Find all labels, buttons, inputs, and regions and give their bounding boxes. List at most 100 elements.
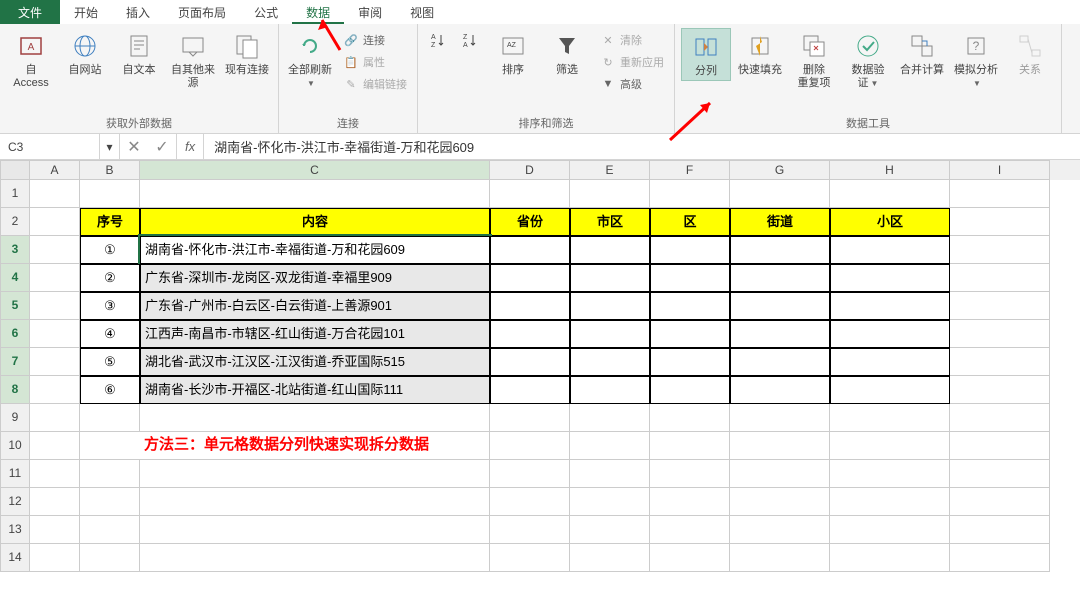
cell[interactable] — [490, 320, 570, 348]
cell[interactable] — [950, 180, 1050, 208]
cell[interactable] — [730, 292, 830, 320]
cell[interactable] — [490, 432, 570, 460]
cell[interactable] — [730, 404, 830, 432]
cell[interactable] — [570, 292, 650, 320]
cell[interactable] — [730, 236, 830, 264]
fx-button[interactable]: fx — [177, 134, 204, 159]
cell[interactable] — [830, 348, 950, 376]
cell[interactable] — [30, 376, 80, 404]
cell[interactable] — [140, 544, 490, 572]
cell[interactable] — [830, 516, 950, 544]
sort-asc-button[interactable]: AZ — [424, 28, 452, 52]
cell[interactable] — [80, 432, 140, 460]
sort-button[interactable]: AZ 排序 — [488, 28, 538, 79]
name-box[interactable]: C3 — [0, 134, 100, 159]
cell[interactable]: ③ — [80, 292, 140, 320]
accept-formula-button[interactable]: ✓ — [148, 134, 176, 159]
cell[interactable]: 广东省-广州市-白云区-白云街道-上善源901 — [140, 292, 490, 320]
cell[interactable] — [490, 180, 570, 208]
cell[interactable]: 小区 — [830, 208, 950, 236]
cell[interactable] — [730, 516, 830, 544]
row-header[interactable]: 7 — [0, 348, 30, 376]
cell[interactable] — [140, 180, 490, 208]
cell[interactable] — [950, 236, 1050, 264]
cell[interactable] — [730, 264, 830, 292]
cell[interactable] — [30, 432, 80, 460]
tab-formula[interactable]: 公式 — [240, 0, 292, 24]
cell[interactable] — [730, 348, 830, 376]
cell[interactable] — [570, 460, 650, 488]
row-header[interactable]: 3 — [0, 236, 30, 264]
row-header[interactable]: 8 — [0, 376, 30, 404]
select-all-corner[interactable] — [0, 160, 30, 180]
col-header-B[interactable]: B — [80, 160, 140, 180]
cell[interactable] — [650, 292, 730, 320]
row-header[interactable]: 14 — [0, 544, 30, 572]
cell[interactable] — [830, 180, 950, 208]
cell[interactable] — [30, 264, 80, 292]
connections-button[interactable]: 🔗连接 — [339, 30, 411, 50]
cell[interactable] — [30, 460, 80, 488]
cell[interactable] — [650, 488, 730, 516]
clear-filter-button[interactable]: ✕清除 — [596, 30, 668, 50]
from-text-button[interactable]: 自文本 — [114, 28, 164, 79]
from-other-button[interactable]: 自其他来源 — [168, 28, 218, 92]
properties-button[interactable]: 📋属性 — [339, 52, 411, 72]
cell[interactable] — [490, 376, 570, 404]
cell[interactable] — [650, 180, 730, 208]
cell[interactable] — [950, 488, 1050, 516]
cell[interactable]: 内容 — [140, 208, 490, 236]
advanced-filter-button[interactable]: ▼高级 — [596, 74, 668, 94]
cell[interactable]: ⑥ — [80, 376, 140, 404]
cell[interactable] — [650, 348, 730, 376]
cell[interactable]: 省份 — [490, 208, 570, 236]
cancel-formula-button[interactable]: ✕ — [120, 134, 148, 159]
cell[interactable] — [140, 404, 490, 432]
cell[interactable] — [950, 404, 1050, 432]
cell[interactable] — [830, 488, 950, 516]
cell[interactable] — [650, 544, 730, 572]
cell[interactable]: ⑤ — [80, 348, 140, 376]
cell[interactable] — [650, 264, 730, 292]
cell[interactable]: 街道 — [730, 208, 830, 236]
col-header-D[interactable]: D — [490, 160, 570, 180]
cell[interactable] — [570, 236, 650, 264]
cell[interactable] — [830, 320, 950, 348]
cell[interactable] — [950, 376, 1050, 404]
cell[interactable] — [30, 292, 80, 320]
col-header-F[interactable]: F — [650, 160, 730, 180]
cell[interactable] — [730, 488, 830, 516]
cell[interactable] — [80, 460, 140, 488]
cell[interactable] — [30, 516, 80, 544]
cell[interactable] — [570, 376, 650, 404]
row-header[interactable]: 11 — [0, 460, 30, 488]
cell[interactable] — [830, 544, 950, 572]
cell[interactable] — [950, 208, 1050, 236]
cell[interactable] — [570, 180, 650, 208]
cell[interactable] — [950, 320, 1050, 348]
from-access-button[interactable]: A 自 Access — [6, 28, 56, 92]
cell[interactable] — [80, 544, 140, 572]
cell[interactable] — [490, 488, 570, 516]
text-to-columns-button[interactable]: 分列 — [681, 28, 731, 81]
cell[interactable] — [830, 292, 950, 320]
cell[interactable] — [80, 404, 140, 432]
cell[interactable] — [30, 544, 80, 572]
cell[interactable] — [830, 376, 950, 404]
cell[interactable] — [570, 516, 650, 544]
refresh-all-button[interactable]: 全部刷新▼ — [285, 28, 335, 92]
cell[interactable] — [650, 236, 730, 264]
name-box-dropdown[interactable]: ▾ — [100, 134, 120, 159]
cell[interactable] — [140, 516, 490, 544]
cell[interactable] — [140, 460, 490, 488]
flash-fill-button[interactable]: 快速填充 — [735, 28, 785, 79]
cell[interactable] — [950, 264, 1050, 292]
remove-duplicates-button[interactable]: 删除 重复项 — [789, 28, 839, 92]
cell[interactable] — [570, 320, 650, 348]
cell[interactable] — [490, 292, 570, 320]
cell[interactable] — [950, 544, 1050, 572]
row-header[interactable]: 9 — [0, 404, 30, 432]
row-header[interactable]: 10 — [0, 432, 30, 460]
cell[interactable] — [730, 432, 830, 460]
from-web-button[interactable]: 自网站 — [60, 28, 110, 79]
